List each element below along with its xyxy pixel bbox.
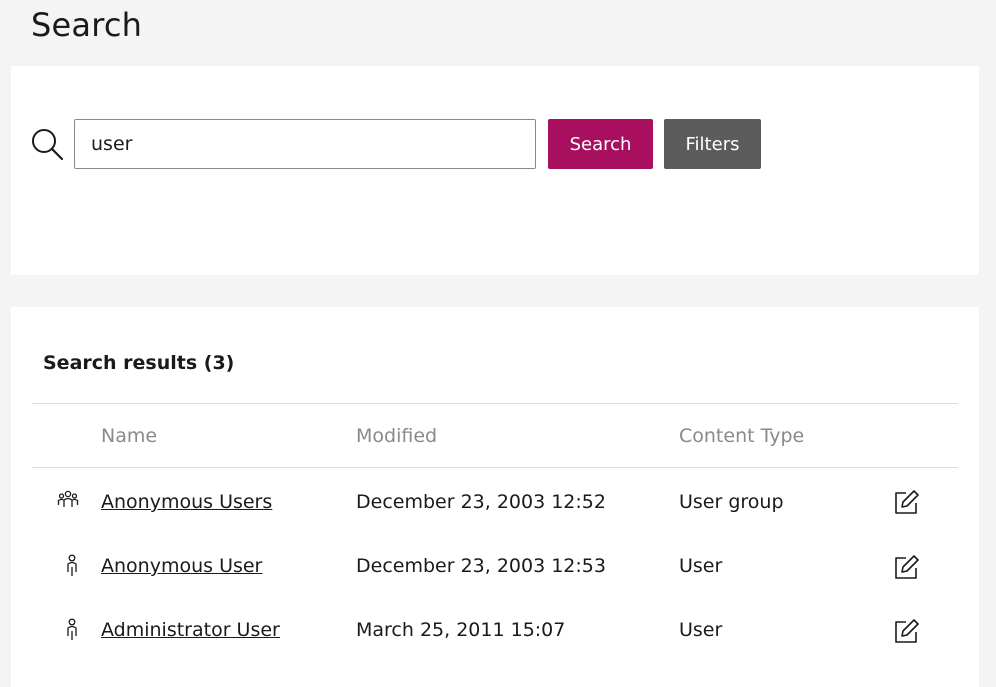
edit-icon[interactable]	[893, 488, 921, 516]
header-divider	[32, 467, 958, 468]
results-divider	[32, 403, 958, 404]
result-modified: March 25, 2011 15:07	[356, 619, 566, 641]
search-icon	[32, 129, 64, 161]
result-name-link[interactable]: Anonymous User	[101, 555, 262, 577]
result-content-type: User group	[679, 491, 784, 513]
user-group-icon	[57, 490, 79, 507]
result-name-link[interactable]: Anonymous Users	[101, 491, 272, 513]
search-panel: Search Filters	[11, 66, 979, 275]
user-icon	[67, 618, 77, 640]
results-heading: Search results (3)	[43, 352, 235, 374]
results-panel: Search results (3) Name Modified Content…	[11, 307, 979, 687]
page-title: Search	[31, 6, 143, 44]
search-input[interactable]	[74, 119, 536, 169]
edit-icon[interactable]	[893, 553, 921, 581]
result-modified: December 23, 2003 12:53	[356, 555, 606, 577]
column-header-modified[interactable]: Modified	[356, 425, 437, 447]
search-button[interactable]: Search	[548, 119, 653, 169]
result-content-type: User	[679, 619, 723, 641]
filters-button[interactable]: Filters	[664, 119, 761, 169]
result-name-link[interactable]: Administrator User	[101, 619, 280, 641]
user-icon	[67, 554, 77, 576]
edit-icon[interactable]	[893, 617, 921, 645]
column-header-name[interactable]: Name	[101, 425, 157, 447]
result-modified: December 23, 2003 12:52	[356, 491, 606, 513]
column-header-content-type[interactable]: Content Type	[679, 425, 804, 447]
result-content-type: User	[679, 555, 723, 577]
